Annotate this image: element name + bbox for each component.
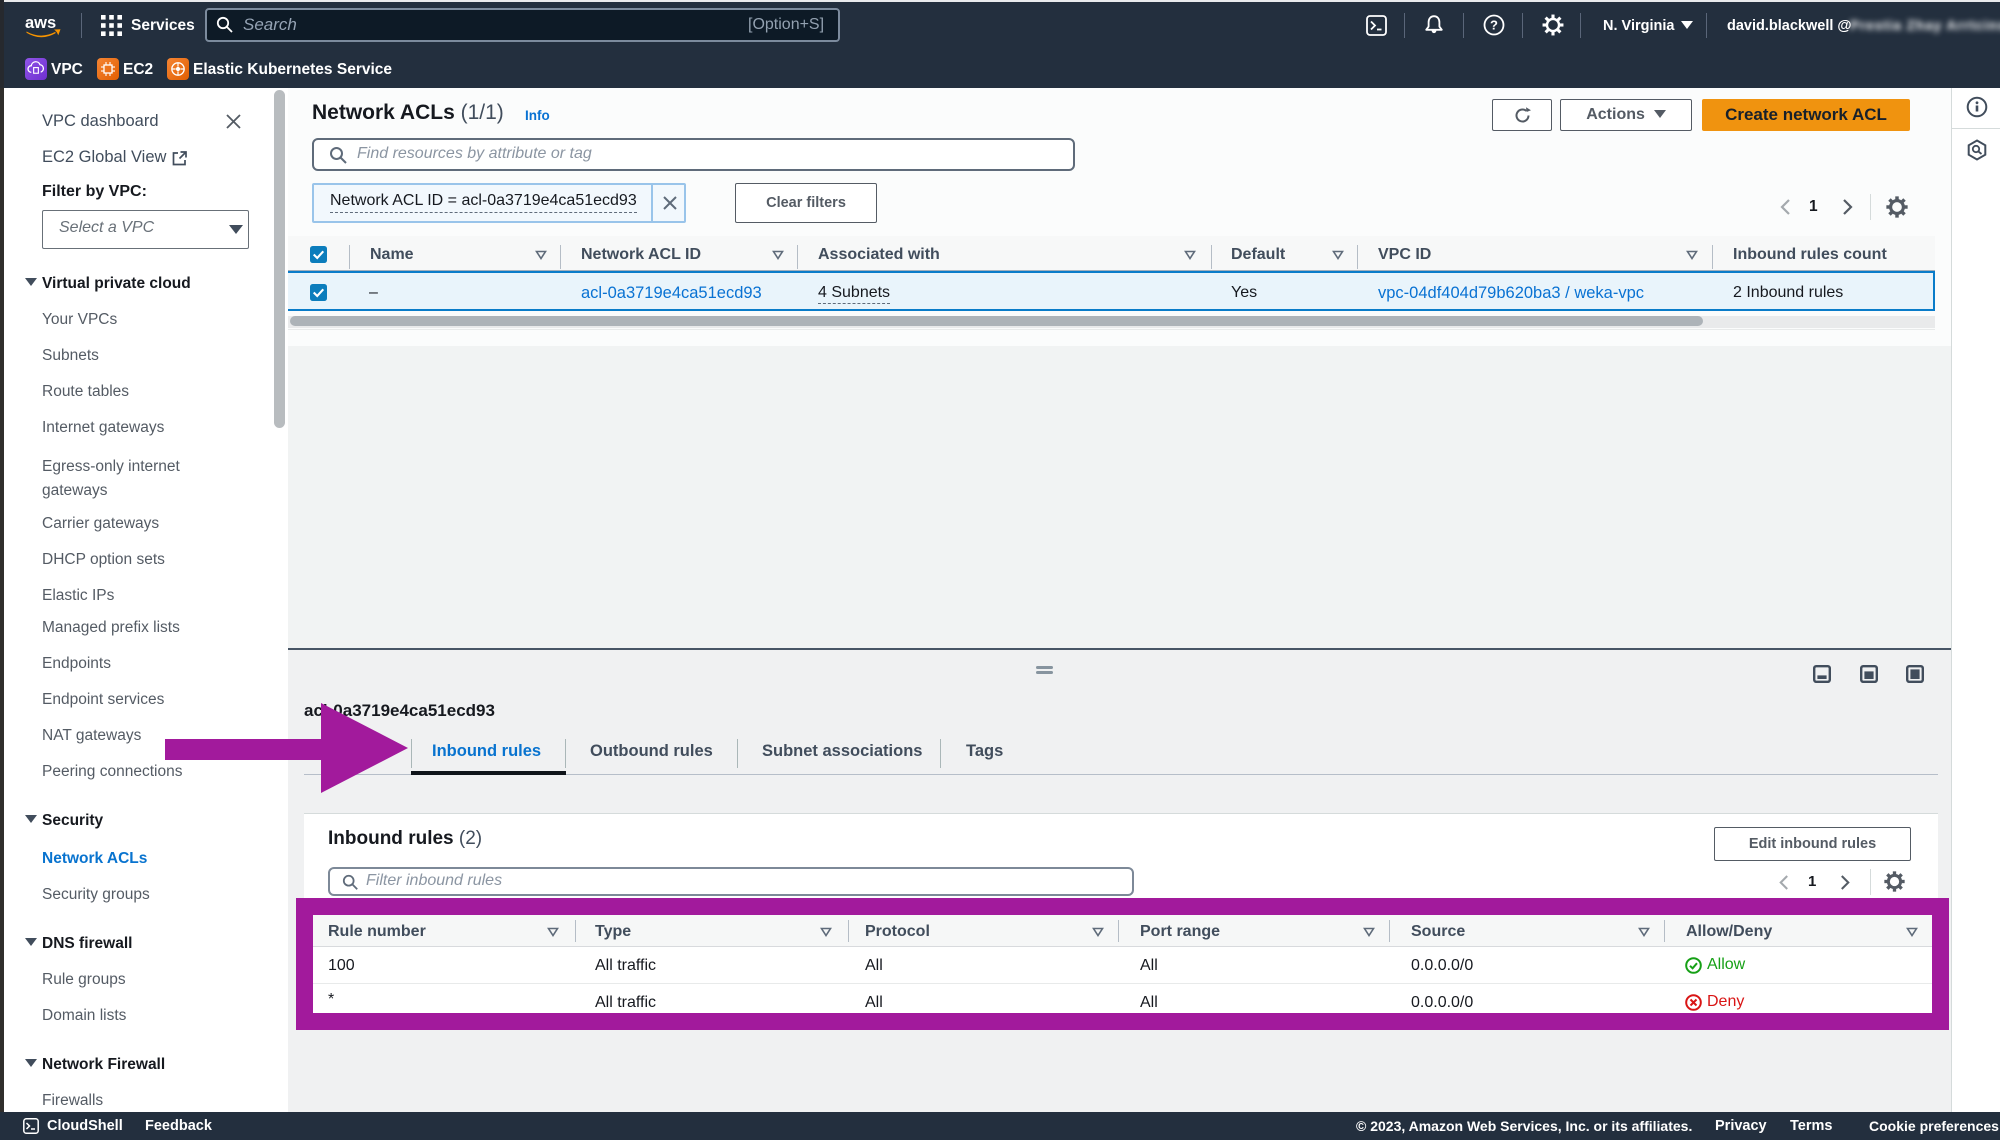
svg-text:?: ?: [1490, 18, 1498, 33]
svg-text:aws: aws: [25, 14, 56, 32]
